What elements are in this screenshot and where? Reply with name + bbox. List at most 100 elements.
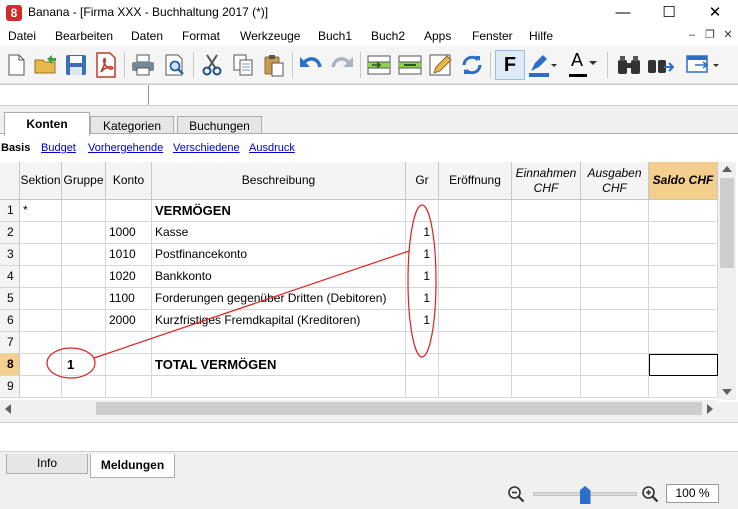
menu-format[interactable]: Format <box>182 29 220 43</box>
cell-ausgaben[interactable] <box>581 288 649 310</box>
cell-saldo[interactable] <box>649 288 718 310</box>
cell-ausgaben[interactable] <box>581 354 649 376</box>
scroll-up-icon[interactable] <box>722 165 732 173</box>
cell-einnahmen[interactable] <box>512 200 581 222</box>
undo-icon[interactable] <box>296 50 326 80</box>
row-number[interactable]: 3 <box>0 244 20 266</box>
cell-gruppe[interactable] <box>62 222 106 244</box>
row-number-selected[interactable]: 8 <box>0 354 20 376</box>
view-vorhergehende[interactable]: Vorhergehende <box>88 142 163 154</box>
cell-eroeffnung[interactable] <box>439 376 512 398</box>
cell-gruppe[interactable] <box>62 200 106 222</box>
mdi-minimize-icon[interactable]: – <box>684 28 700 43</box>
cell-gr[interactable]: 1 <box>406 310 439 332</box>
cut-icon[interactable] <box>197 50 227 80</box>
cell-eroeffnung[interactable] <box>439 244 512 266</box>
cell-ausgaben[interactable] <box>581 200 649 222</box>
cell-ausgaben[interactable] <box>581 244 649 266</box>
cell-sektion[interactable] <box>20 266 62 288</box>
cell-gruppe[interactable] <box>62 244 106 266</box>
cell-sektion[interactable]: * <box>20 200 62 222</box>
cell-saldo-active[interactable] <box>649 354 718 376</box>
highlight-icon[interactable] <box>527 50 557 80</box>
paste-icon[interactable] <box>259 50 289 80</box>
cell-gruppe[interactable]: 1 <box>62 354 106 376</box>
cell-sektion[interactable] <box>20 354 62 376</box>
close-button[interactable]: ✕ <box>692 0 738 26</box>
view-verschiedene[interactable]: Verschiedene <box>173 142 240 154</box>
menu-bearbeiten[interactable]: Bearbeiten <box>55 29 113 43</box>
cell-gruppe[interactable] <box>62 310 106 332</box>
cell-eroeffnung[interactable] <box>439 288 512 310</box>
find-next-icon[interactable] <box>645 50 675 80</box>
pdf-icon[interactable] <box>91 50 121 80</box>
cell-saldo[interactable] <box>649 310 718 332</box>
cell-sektion[interactable] <box>20 332 62 354</box>
vertical-scroll-thumb[interactable] <box>720 178 734 268</box>
cell-konto[interactable]: 1100 <box>106 288 152 310</box>
cell-beschreibung[interactable]: Postfinancekonto <box>152 244 406 266</box>
cell-beschreibung[interactable] <box>152 376 406 398</box>
cell-gruppe[interactable] <box>62 266 106 288</box>
new-file-icon[interactable] <box>1 50 31 80</box>
cell-gr[interactable]: 1 <box>406 244 439 266</box>
cell-konto[interactable] <box>106 332 152 354</box>
cell-einnahmen[interactable] <box>512 332 581 354</box>
mdi-close-icon[interactable]: ✕ <box>720 28 736 43</box>
cell-einnahmen[interactable] <box>512 222 581 244</box>
menu-werkzeuge[interactable]: Werkzeuge <box>240 29 300 43</box>
cell-eroeffnung[interactable] <box>439 222 512 244</box>
row-number[interactable]: 6 <box>0 310 20 332</box>
scroll-down-icon[interactable] <box>722 388 732 396</box>
cell-gruppe[interactable] <box>62 376 106 398</box>
cell-gruppe[interactable] <box>62 288 106 310</box>
view-basis[interactable]: Basis <box>1 142 30 154</box>
menu-buch1[interactable]: Buch1 <box>318 29 352 43</box>
vertical-scrollbar[interactable] <box>718 162 736 400</box>
cell-einnahmen[interactable] <box>512 244 581 266</box>
print-icon[interactable] <box>128 50 158 80</box>
cell-eroeffnung[interactable] <box>439 332 512 354</box>
cell-einnahmen[interactable] <box>512 266 581 288</box>
edit-pencil-icon[interactable] <box>426 50 456 80</box>
col-header-saldo[interactable]: Saldo CHF <box>649 162 718 200</box>
cell-sektion[interactable] <box>20 310 62 332</box>
cell-gr[interactable]: 1 <box>406 288 439 310</box>
cell-beschreibung[interactable]: VERMÖGEN <box>152 200 406 222</box>
col-header-konto[interactable]: Konto <box>106 162 152 200</box>
horizontal-scrollbar[interactable] <box>0 400 718 417</box>
cell-konto[interactable] <box>106 354 152 376</box>
menu-daten[interactable]: Daten <box>131 29 163 43</box>
zoom-in-icon[interactable] <box>641 485 659 503</box>
cell-ausgaben[interactable] <box>581 310 649 332</box>
cell-ausgaben[interactable] <box>581 332 649 354</box>
print-preview-icon[interactable] <box>160 50 190 80</box>
cell-saldo[interactable] <box>649 222 718 244</box>
col-header-eroeffnung[interactable]: Eröffnung <box>439 162 512 200</box>
cell-gr[interactable] <box>406 354 439 376</box>
window-switch-icon[interactable] <box>683 50 723 80</box>
menu-datei[interactable]: Datei <box>8 29 36 43</box>
cell-konto[interactable]: 1020 <box>106 266 152 288</box>
cell-gr[interactable] <box>406 200 439 222</box>
bold-button[interactable]: F <box>495 50 525 80</box>
open-folder-icon[interactable] <box>31 50 61 80</box>
row-number[interactable]: 1 <box>0 200 20 222</box>
cell-sektion[interactable] <box>20 222 62 244</box>
cell-ausgaben[interactable] <box>581 266 649 288</box>
cell-gr[interactable]: 1 <box>406 222 439 244</box>
col-header-beschreibung[interactable]: Beschreibung <box>152 162 406 200</box>
cell-gruppe[interactable] <box>62 332 106 354</box>
redo-icon[interactable] <box>327 50 357 80</box>
mdi-restore-icon[interactable]: ❐ <box>702 28 718 43</box>
cell-einnahmen[interactable] <box>512 288 581 310</box>
row-number[interactable]: 5 <box>0 288 20 310</box>
maximize-button[interactable]: ☐ <box>646 0 692 26</box>
col-header-gr[interactable]: Gr <box>406 162 439 200</box>
cell-beschreibung[interactable]: Bankkonto <box>152 266 406 288</box>
tab-meldungen[interactable]: Meldungen <box>90 454 175 478</box>
insert-row-icon[interactable] <box>364 50 394 80</box>
cell-konto[interactable] <box>106 200 152 222</box>
cell-eroeffnung[interactable] <box>439 354 512 376</box>
cell-einnahmen[interactable] <box>512 354 581 376</box>
